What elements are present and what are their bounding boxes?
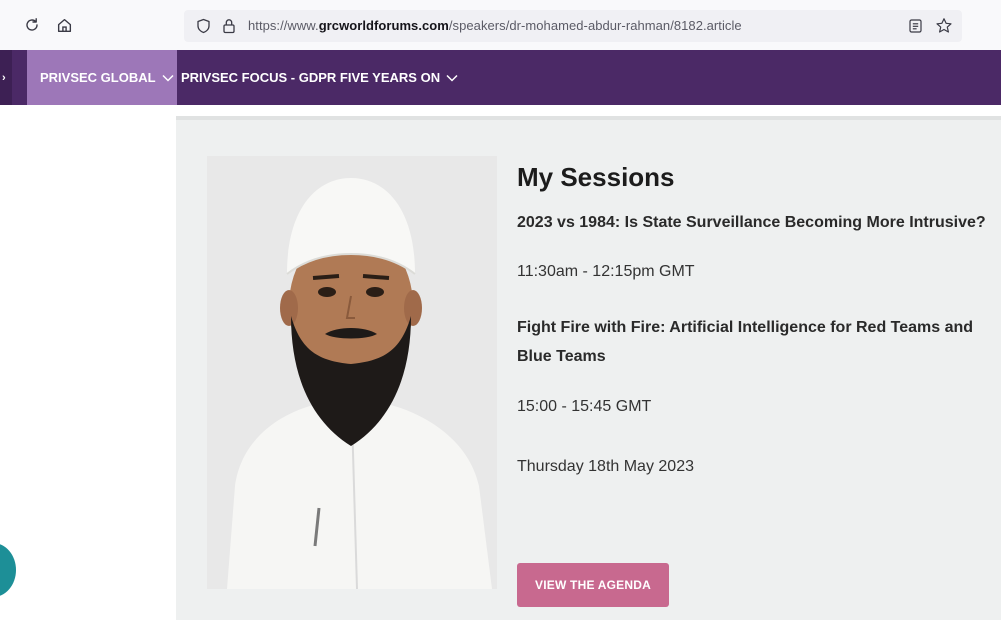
nav-item-label: PRIVSEC GLOBAL [40, 70, 156, 85]
url-domain: grcworldforums.com [318, 18, 449, 33]
session-title: Fight Fire with Fire: Artificial Intelli… [517, 319, 974, 365]
browser-toolbar: https://www.grcworldforums.com/speakers/… [0, 0, 1001, 50]
lock-icon[interactable] [220, 17, 238, 35]
nav-scroll-left[interactable]: › [0, 50, 12, 105]
chevron-down-icon [162, 74, 174, 82]
speaker-card: My Sessions 2023 vs 1984: Is State Surve… [176, 116, 1001, 620]
url-text[interactable]: https://www.grcworldforums.com/speakers/… [248, 18, 742, 33]
reader-view-icon[interactable] [906, 17, 924, 35]
view-agenda-button[interactable]: VIEW THE AGENDA [517, 563, 669, 607]
session-date: Thursday 18th May 2023 [517, 458, 694, 475]
reload-icon[interactable] [21, 14, 43, 36]
session-title: 2023 vs 1984: Is State Surveillance Beco… [517, 214, 986, 231]
nav-item-privsec-global[interactable]: PRIVSEC GLOBAL [27, 50, 177, 105]
session-time: 11:30am - 12:15pm GMT [517, 263, 695, 280]
address-bar[interactable]: https://www.grcworldforums.com/speakers/… [184, 10, 962, 42]
bookmark-star-icon[interactable] [935, 17, 953, 35]
url-prefix: https://www. [248, 18, 319, 33]
chat-widget-button[interactable] [0, 543, 16, 597]
shield-icon[interactable] [194, 17, 212, 35]
site-nav: › PRIVSEC GLOBAL PRIVSEC FOCUS - GDPR FI… [0, 50, 1001, 105]
speaker-photo [207, 156, 497, 589]
sessions-heading: My Sessions [517, 162, 675, 192]
home-icon[interactable] [53, 14, 75, 36]
chevron-down-icon [446, 74, 458, 82]
chevron-right-icon: › [2, 72, 6, 84]
sessions-panel: My Sessions 2023 vs 1984: Is State Surve… [517, 160, 987, 478]
nav-item-label: PRIVSEC FOCUS - GDPR FIVE YEARS ON [181, 70, 441, 85]
session-time: 15:00 - 15:45 GMT [517, 398, 652, 415]
url-path: /speakers/dr-mohamed-abdur-rahman/8182.a… [448, 18, 742, 33]
nav-item-privsec-focus[interactable]: PRIVSEC FOCUS - GDPR FIVE YEARS ON [181, 50, 458, 105]
